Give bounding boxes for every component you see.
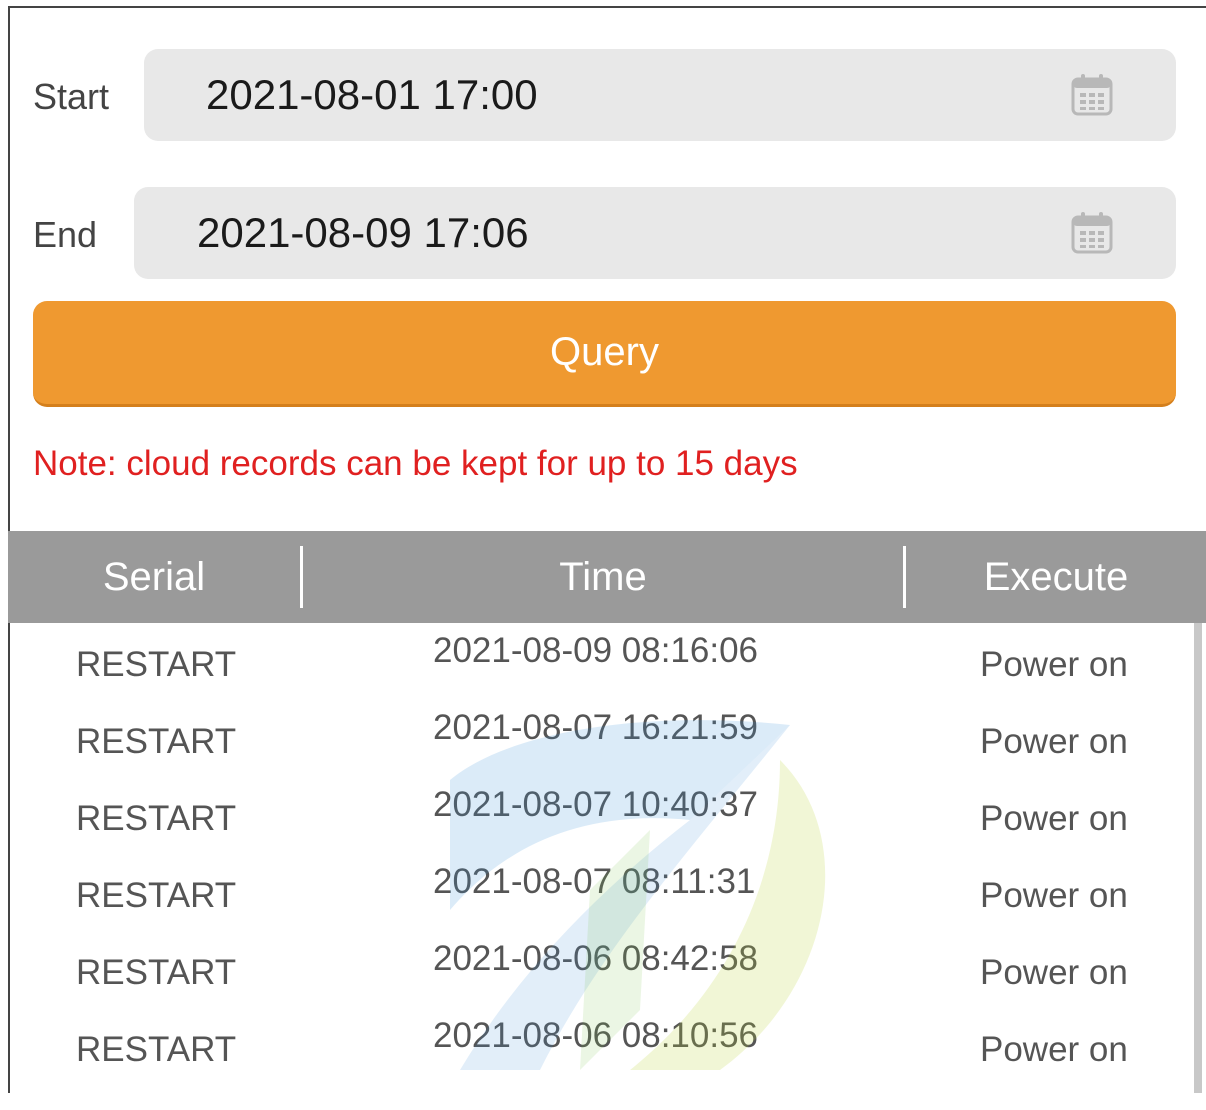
end-label: End	[33, 214, 98, 255]
table-row[interactable]: RESTART 2021-08-09 08:16:06 Power on	[8, 623, 1194, 700]
end-date-value: 2021-08-09 17:06	[197, 209, 529, 256]
retention-note: Note: cloud records can be kept for up t…	[33, 444, 798, 483]
row-serial: RESTART	[76, 953, 237, 992]
row-time: 2021-08-06 08:10:56	[433, 1016, 758, 1055]
row-serial: RESTART	[76, 799, 237, 838]
row-execute: Power on	[980, 799, 1128, 838]
records-table-body[interactable]: RESTART 2021-08-09 08:16:06 Power on RES…	[8, 623, 1194, 1093]
row-time: 2021-08-06 08:42:58	[433, 939, 758, 978]
column-header-serial[interactable]: Serial	[8, 531, 300, 623]
calendar-icon[interactable]	[1070, 73, 1114, 117]
start-date-value: 2021-08-01 17:00	[206, 71, 538, 118]
row-serial: RESTART	[76, 876, 237, 915]
row-serial: RESTART	[76, 1030, 237, 1069]
row-time: 2021-08-07 16:21:59	[433, 708, 758, 747]
row-serial: RESTART	[76, 722, 237, 761]
calendar-icon[interactable]	[1070, 211, 1114, 255]
column-header-time[interactable]: Time	[303, 531, 903, 623]
row-time: 2021-08-07 08:11:31	[433, 862, 756, 901]
end-date-field[interactable]: 2021-08-09 17:06	[134, 187, 1176, 279]
table-row[interactable]: RESTART 2021-08-07 08:11:31 Power on	[8, 854, 1194, 931]
query-button[interactable]: Query	[33, 301, 1176, 407]
row-time: 2021-08-07 10:40:37	[433, 785, 758, 824]
table-row[interactable]: RESTART 2021-08-07 16:21:59 Power on	[8, 700, 1194, 777]
start-label: Start	[33, 76, 110, 117]
column-header-execute[interactable]: Execute	[906, 531, 1206, 623]
row-execute: Power on	[980, 722, 1128, 761]
row-serial: RESTART	[76, 645, 237, 684]
table-row[interactable]: RESTART 2021-08-07 10:40:37 Power on	[8, 777, 1194, 854]
row-time: 2021-08-09 08:16:06	[433, 631, 758, 670]
table-row[interactable]: RESTART 2021-08-06 08:42:58 Power on	[8, 931, 1194, 1008]
row-execute: Power on	[980, 876, 1128, 915]
row-execute: Power on	[980, 953, 1128, 992]
row-execute: Power on	[980, 645, 1128, 684]
table-row[interactable]: RESTART 2021-08-06 08:10:56 Power on	[8, 1008, 1194, 1085]
row-execute: Power on	[980, 1030, 1128, 1069]
start-date-field[interactable]: 2021-08-01 17:00	[144, 49, 1176, 141]
table-header: Serial Time Execute	[8, 531, 1206, 623]
table-scrollbar[interactable]	[1194, 623, 1202, 1093]
